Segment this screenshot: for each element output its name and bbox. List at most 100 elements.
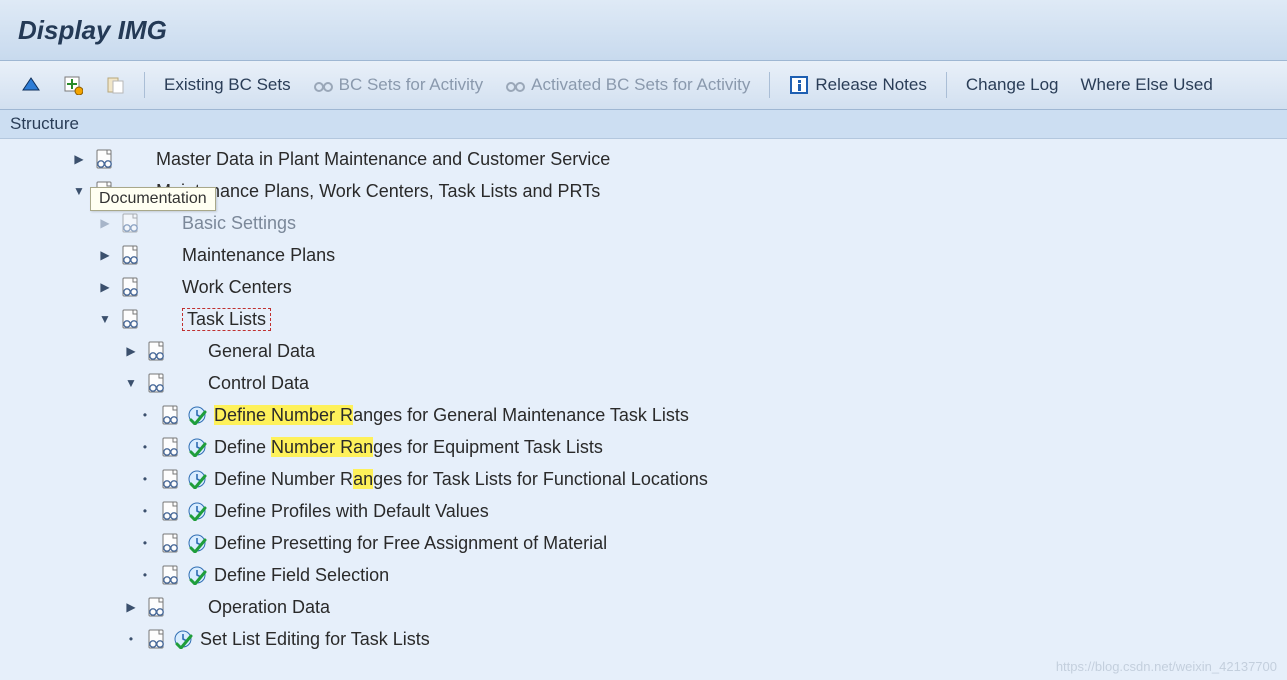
structure-label: Structure [10, 114, 79, 134]
node-label: Maintenance Plans [182, 245, 335, 266]
node-label: General Data [208, 341, 315, 362]
document-icon[interactable] [160, 500, 182, 522]
collapse-toggle[interactable]: ▼ [96, 310, 114, 328]
info-icon [789, 75, 809, 95]
node-label: Basic Settings [182, 213, 296, 234]
tree-row[interactable]: ▶ Work Centers [10, 271, 1287, 303]
node-label: Define Profiles with Default Values [214, 501, 489, 522]
tree-row[interactable]: • Define Field Selection [10, 559, 1287, 591]
tree-row[interactable]: ▶ Master Data in Plant Maintenance and C… [10, 143, 1287, 175]
execute-icon[interactable] [186, 532, 208, 554]
document-icon[interactable] [120, 244, 142, 266]
leaf-bullet: • [136, 566, 154, 584]
document-icon[interactable] [160, 404, 182, 426]
paste-icon [105, 75, 125, 95]
tree-row[interactable]: ▶ General Data [10, 335, 1287, 367]
document-icon[interactable] [120, 212, 142, 234]
expand-toggle[interactable]: ▶ [96, 214, 114, 232]
leaf-bullet: • [136, 438, 154, 456]
tree-pane: ▶ Master Data in Plant Maintenance and C… [0, 139, 1287, 680]
document-icon[interactable] [146, 372, 168, 394]
expand-toggle[interactable]: ▶ [122, 342, 140, 360]
leaf-bullet: • [136, 406, 154, 424]
collapse-toggle[interactable]: ▼ [70, 182, 88, 200]
execute-icon[interactable] [186, 500, 208, 522]
tree-row[interactable]: • Define Profiles with Default Values [10, 495, 1287, 527]
tree-row[interactable]: ▶ Basic Settings [10, 207, 1287, 239]
release-notes-label: Release Notes [815, 75, 927, 95]
node-label: Control Data [208, 373, 309, 394]
title-bar: Display IMG [0, 0, 1287, 61]
separator [946, 72, 947, 98]
execute-icon[interactable] [186, 436, 208, 458]
leaf-bullet: • [122, 630, 140, 648]
document-icon[interactable] [146, 340, 168, 362]
glasses-icon [505, 75, 525, 95]
tree-row[interactable]: • Define Number Ranges for Equipment Tas… [10, 431, 1287, 463]
release-notes-button[interactable]: Release Notes [780, 69, 936, 101]
node-label: Operation Data [208, 597, 330, 618]
node-label: Master Data in Plant Maintenance and Cus… [156, 149, 610, 170]
tree-row[interactable]: • Define Number Ranges for Task Lists fo… [10, 463, 1287, 495]
execute-icon[interactable] [186, 404, 208, 426]
tree-row[interactable]: • Define Number Ranges for General Maint… [10, 399, 1287, 431]
separator [144, 72, 145, 98]
paste-button[interactable] [96, 69, 134, 101]
document-icon[interactable] [160, 564, 182, 586]
node-label: Work Centers [182, 277, 292, 298]
leaf-bullet: • [136, 534, 154, 552]
expand-all-button[interactable] [12, 69, 50, 101]
document-icon[interactable] [160, 468, 182, 490]
tree-row[interactable]: ▼ Task Lists [10, 303, 1287, 335]
expand-toggle[interactable]: ▶ [70, 150, 88, 168]
document-icon[interactable] [94, 148, 116, 170]
node-label: Set List Editing for Task Lists [200, 629, 430, 650]
document-icon[interactable] [94, 180, 116, 202]
node-label: Define Number Ranges for General Mainten… [214, 405, 689, 426]
document-icon[interactable] [146, 628, 168, 650]
expand-icon [21, 75, 41, 95]
existing-bc-sets-label: Existing BC Sets [164, 75, 291, 95]
plus-icon [63, 75, 83, 95]
execute-icon[interactable] [172, 628, 194, 650]
tree-row[interactable]: ▶ Maintenance Plans [10, 239, 1287, 271]
leaf-bullet: • [136, 502, 154, 520]
expand-toggle[interactable]: ▶ [96, 246, 114, 264]
node-label: Define Number Ranges for Equipment Task … [214, 437, 603, 458]
expand-toggle[interactable]: ▶ [122, 598, 140, 616]
bc-sets-for-activity-label: BC Sets for Activity [339, 75, 484, 95]
where-else-used-button[interactable]: Where Else Used [1072, 69, 1222, 101]
node-label-selected: Task Lists [182, 308, 271, 331]
node-label: Define Field Selection [214, 565, 389, 586]
img-tree: ▶ Master Data in Plant Maintenance and C… [0, 139, 1287, 667]
activated-bc-sets-label: Activated BC Sets for Activity [531, 75, 750, 95]
change-log-label: Change Log [966, 75, 1059, 95]
glasses-icon [313, 75, 333, 95]
leaf-bullet: • [136, 470, 154, 488]
execute-icon[interactable] [186, 564, 208, 586]
separator [769, 72, 770, 98]
document-icon[interactable] [120, 276, 142, 298]
collapse-toggle[interactable]: ▼ [122, 374, 140, 392]
document-icon[interactable] [120, 308, 142, 330]
tree-row[interactable]: ▶ Operation Data [10, 591, 1287, 623]
document-icon[interactable] [146, 596, 168, 618]
where-else-used-label: Where Else Used [1081, 75, 1213, 95]
document-icon[interactable] [160, 532, 182, 554]
bc-sets-for-activity-button[interactable]: BC Sets for Activity [304, 69, 493, 101]
page-title: Display IMG [18, 15, 167, 46]
execute-icon[interactable] [186, 468, 208, 490]
node-label: Define Number Ranges for Task Lists for … [214, 469, 708, 490]
tree-row[interactable]: • Set List Editing for Task Lists [10, 623, 1287, 655]
document-icon[interactable] [160, 436, 182, 458]
activated-bc-sets-button[interactable]: Activated BC Sets for Activity [496, 69, 759, 101]
change-log-button[interactable]: Change Log [957, 69, 1068, 101]
tree-row[interactable]: ▼ Control Data [10, 367, 1287, 399]
tree-row[interactable]: • Define Presetting for Free Assignment … [10, 527, 1287, 559]
tree-row[interactable]: ▼ Maintenance Plans, Work Centers, Task … [10, 175, 1287, 207]
node-label: Define Presetting for Free Assignment of… [214, 533, 607, 554]
plus-button[interactable] [54, 69, 92, 101]
existing-bc-sets-button[interactable]: Existing BC Sets [155, 69, 300, 101]
expand-toggle[interactable]: ▶ [96, 278, 114, 296]
toolbar: Existing BC Sets BC Sets for Activity Ac… [0, 61, 1287, 110]
